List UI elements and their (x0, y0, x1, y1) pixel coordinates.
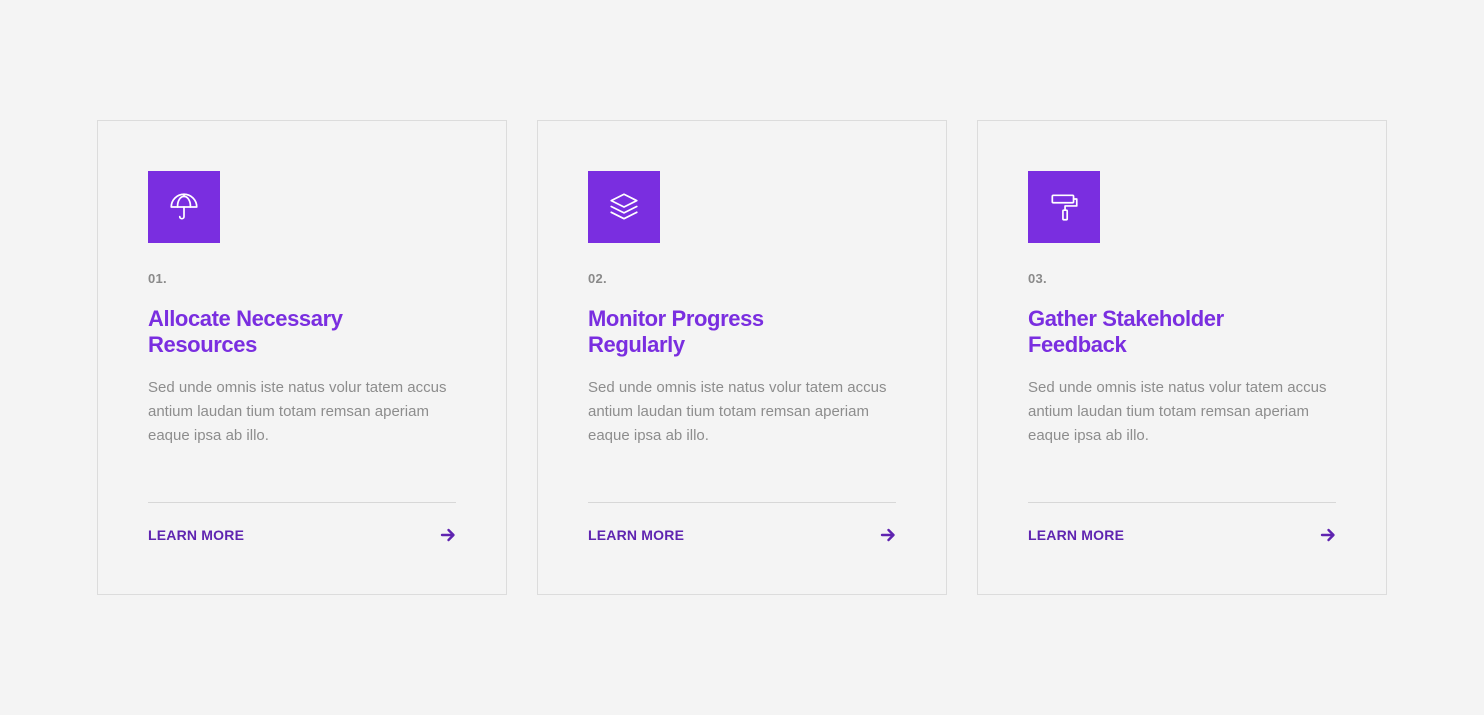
card-divider (1028, 502, 1336, 503)
umbrella-icon (148, 171, 220, 243)
learn-more-link[interactable]: LEARN MORE (148, 527, 244, 543)
card-number: 01. (148, 271, 167, 286)
feature-cards: 01. Allocate Necessary Resources Sed und… (97, 120, 1387, 595)
card-divider (588, 502, 896, 503)
arrow-right-icon[interactable] (1320, 527, 1336, 543)
card-description: Sed unde omnis iste natus volur tatem ac… (148, 379, 447, 444)
card-divider (148, 502, 456, 503)
card-title: Gather Stakeholder Feedback (1028, 306, 1224, 357)
card-number: 02. (588, 271, 607, 286)
arrow-right-icon[interactable] (440, 527, 456, 543)
layers-icon (588, 171, 660, 243)
card-title: Allocate Necessary Resources (148, 306, 343, 357)
feature-card-1: 01. Allocate Necessary Resources Sed und… (97, 120, 507, 595)
arrow-right-icon[interactable] (880, 527, 896, 543)
learn-more-link[interactable]: LEARN MORE (1028, 527, 1124, 543)
card-footer: LEARN MORE (148, 527, 456, 543)
feature-card-3: 03. Gather Stakeholder Feedback Sed unde… (977, 120, 1387, 595)
learn-more-link[interactable]: LEARN MORE (588, 527, 684, 543)
feature-card-2: 02. Monitor Progress Regularly Sed unde … (537, 120, 947, 595)
paint-roller-icon (1028, 171, 1100, 243)
card-description: Sed unde omnis iste natus volur tatem ac… (588, 379, 887, 444)
card-footer: LEARN MORE (588, 527, 896, 543)
card-title: Monitor Progress Regularly (588, 306, 764, 357)
card-number: 03. (1028, 271, 1047, 286)
card-description: Sed unde omnis iste natus volur tatem ac… (1028, 379, 1327, 444)
card-footer: LEARN MORE (1028, 527, 1336, 543)
